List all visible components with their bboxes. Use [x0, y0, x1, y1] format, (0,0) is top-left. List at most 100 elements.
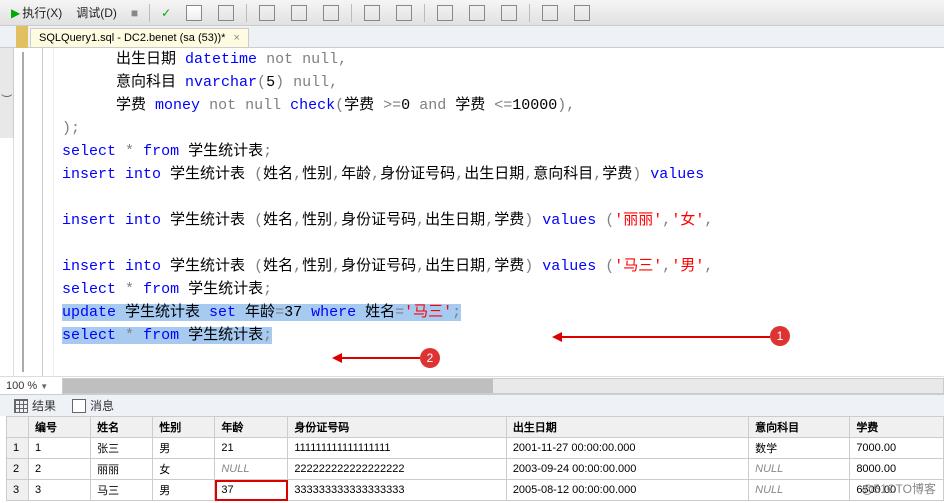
table-cell[interactable]: 2 [7, 459, 29, 480]
column-header[interactable]: 性别 [153, 417, 215, 438]
code-line: insert into 学生统计表 (姓名,性别,身份证号码,出生日期,学费) … [62, 255, 944, 278]
table-cell[interactable]: 7000.00 [850, 438, 944, 459]
misc-icon [542, 5, 558, 21]
table-cell[interactable]: 女 [153, 459, 215, 480]
table-cell[interactable]: 111111111111111111 [288, 438, 507, 459]
toolbar-sep [246, 4, 247, 22]
misc-icon [574, 5, 590, 21]
code-line: insert into 学生统计表 (姓名,性别,身份证号码,出生日期,学费) … [62, 209, 944, 232]
table-cell[interactable]: 2 [29, 459, 91, 480]
tool-btn-8[interactable] [430, 3, 460, 23]
grid-icon [186, 5, 202, 21]
code-editor[interactable]: 出生日期 datetime not null, 意向科目 nvarchar(5)… [0, 48, 944, 376]
change-marker [16, 26, 28, 48]
table-cell[interactable]: 丽丽 [91, 459, 153, 480]
execute-button[interactable]: ▶执行(X) [5, 2, 68, 23]
results-grid[interactable]: 编号姓名性别年龄身份证号码出生日期意向科目学费11张三男211111111111… [0, 416, 944, 501]
table-cell[interactable]: 张三 [91, 438, 153, 459]
tab-messages-label: 消息 [90, 397, 114, 414]
table-row[interactable]: 33马三男373333333333333333332005-08-12 00:0… [7, 480, 944, 501]
watermark: @51CTO博客 [861, 480, 936, 497]
scrollbar-thumb[interactable] [63, 379, 493, 393]
table-cell[interactable]: NULL [749, 480, 850, 501]
tool-btn-5[interactable] [316, 3, 346, 23]
results-text-icon [291, 5, 307, 21]
code-line: select * from 学生统计表; [62, 278, 944, 301]
table-cell[interactable]: 男 [153, 480, 215, 501]
tool-btn-4[interactable] [284, 3, 314, 23]
zoom-dropdown[interactable]: 100 % ▼ [0, 380, 62, 392]
horizontal-scrollbar[interactable] [62, 378, 944, 394]
tool-btn-7[interactable] [389, 3, 419, 23]
column-header[interactable]: 编号 [29, 417, 91, 438]
tool-btn-12[interactable] [567, 3, 597, 23]
table-cell[interactable]: 2005-08-12 00:00:00.000 [506, 480, 748, 501]
toolbar-sep [149, 4, 150, 22]
tab-messages[interactable]: 消息 [64, 395, 122, 416]
tab-results[interactable]: 结果 [6, 395, 64, 416]
table-cell[interactable]: NULL [215, 459, 288, 480]
code-line: insert into 学生统计表 (姓名,性别,年龄,身份证号码,出生日期,意… [62, 163, 944, 186]
results-panel-header: 结果 消息 [0, 394, 944, 416]
toolbar-sep [424, 4, 425, 22]
table-cell[interactable]: 2003-09-24 00:00:00.000 [506, 459, 748, 480]
table-cell[interactable]: 333333333333333333 [288, 480, 507, 501]
column-header[interactable]: 年龄 [215, 417, 288, 438]
column-header[interactable]: 出生日期 [506, 417, 748, 438]
table-cell[interactable]: 222222222222222222 [288, 459, 507, 480]
column-header[interactable]: 学费 [850, 417, 944, 438]
format-icon [501, 5, 517, 21]
list-icon [218, 5, 234, 21]
comment-icon [364, 5, 380, 21]
column-header[interactable]: 身份证号码 [288, 417, 507, 438]
column-header[interactable]: 姓名 [91, 417, 153, 438]
debug-button[interactable]: 调试(D) [70, 2, 123, 23]
column-header[interactable] [7, 417, 29, 438]
results-grid-icon [259, 5, 275, 21]
tool-btn-6[interactable] [357, 3, 387, 23]
outline-column[interactable] [36, 48, 54, 376]
table-cell[interactable]: 3 [29, 480, 91, 501]
toolbar-sep [351, 4, 352, 22]
code-line: ); [62, 117, 944, 140]
tab-title: SQLQuery1.sql - DC2.benet (sa (53))* [39, 32, 225, 44]
parse-button[interactable]: ✓ [155, 4, 177, 22]
tool-btn-9[interactable] [462, 3, 492, 23]
table-cell[interactable]: 数学 [749, 438, 850, 459]
code-line: select * from 学生统计表; [62, 140, 944, 163]
table-cell[interactable]: 男 [153, 438, 215, 459]
table-cell[interactable]: 1 [7, 438, 29, 459]
left-dock-tab[interactable]: ) [0, 48, 14, 138]
tool-btn-11[interactable] [535, 3, 565, 23]
tool-btn-2[interactable] [211, 3, 241, 23]
close-icon[interactable]: × [233, 32, 239, 44]
arrow-head-icon [332, 353, 342, 363]
code-line: select * from 学生统计表; [62, 324, 944, 347]
table-row[interactable]: 11张三男211111111111111111112001-11-27 00:0… [7, 438, 944, 459]
grid-icon [14, 399, 28, 413]
tool-btn-3[interactable] [252, 3, 282, 23]
editor-footer: 100 % ▼ [0, 376, 944, 394]
tab-results-label: 结果 [32, 397, 56, 414]
table-cell[interactable]: 8000.00 [850, 459, 944, 480]
table-cell[interactable]: 马三 [91, 480, 153, 501]
table-cell[interactable]: NULL [749, 459, 850, 480]
document-tab[interactable]: SQLQuery1.sql - DC2.benet (sa (53))* × [30, 28, 249, 47]
outdent-icon [469, 5, 485, 21]
code-text[interactable]: 出生日期 datetime not null, 意向科目 nvarchar(5)… [54, 48, 944, 376]
stop-button[interactable]: ■ [125, 4, 144, 22]
uncomment-icon [396, 5, 412, 21]
tool-btn-10[interactable] [494, 3, 524, 23]
outline-line [42, 48, 43, 376]
tool-btn-1[interactable] [179, 3, 209, 23]
table-cell[interactable]: 2001-11-27 00:00:00.000 [506, 438, 748, 459]
code-line: 出生日期 datetime not null, [62, 48, 944, 71]
table-cell[interactable]: 21 [215, 438, 288, 459]
code-line: 学费 money not null check(学费 >=0 and 学费 <=… [62, 94, 944, 117]
table-row[interactable]: 22丽丽女NULL2222222222222222222003-09-24 00… [7, 459, 944, 480]
table-cell[interactable]: 37 [215, 480, 288, 501]
change-bar [14, 48, 36, 376]
table-cell[interactable]: 3 [7, 480, 29, 501]
table-cell[interactable]: 1 [29, 438, 91, 459]
column-header[interactable]: 意向科目 [749, 417, 850, 438]
